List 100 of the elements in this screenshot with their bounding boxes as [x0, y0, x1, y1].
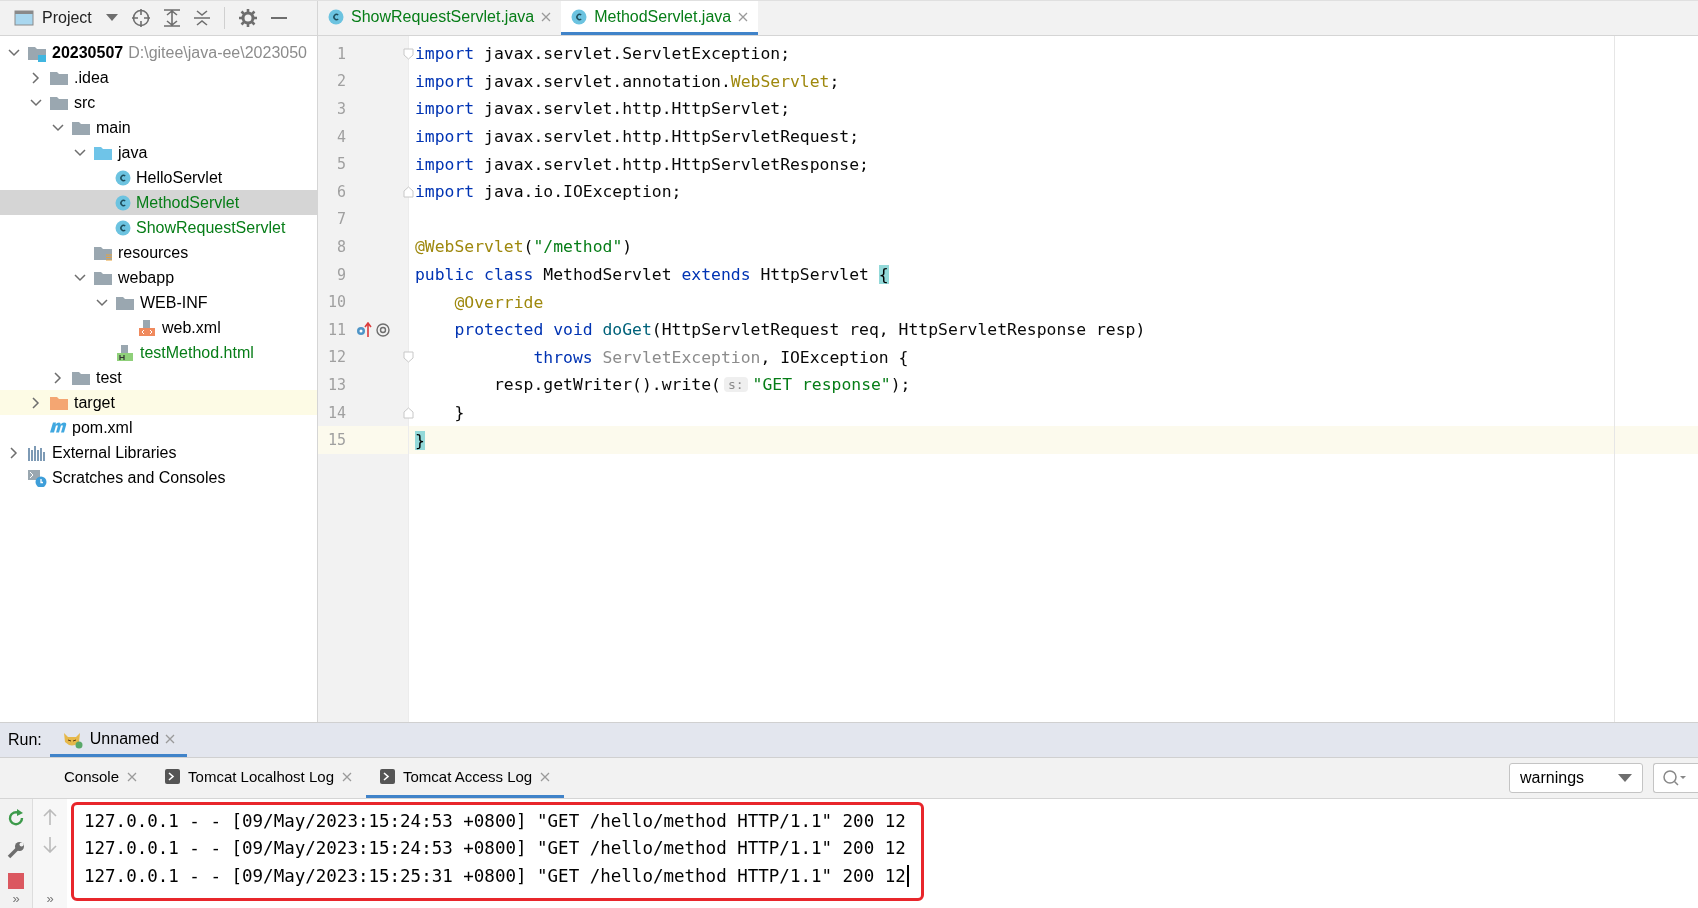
tool-tab[interactable]: Tomcat Localhost Log	[151, 758, 366, 798]
line-number: 6	[335, 182, 346, 201]
chevron-down-icon[interactable]	[74, 148, 86, 157]
collapse-all-icon[interactable]	[193, 9, 210, 27]
code-text: (HttpServletRequest req, HttpServletResponse resp)	[651, 320, 1146, 340]
line-number: 4	[335, 127, 346, 146]
editor-tab[interactable]: MethodServlet.java	[561, 1, 759, 35]
chevron-right-icon[interactable]	[54, 371, 62, 384]
chevron-down-icon[interactable]	[30, 98, 42, 107]
line-number: 8	[335, 237, 346, 256]
line-number: 11	[326, 320, 346, 339]
code-text: import	[415, 127, 475, 147]
class-icon	[571, 8, 588, 25]
close-icon[interactable]	[540, 771, 551, 782]
line-number: 1	[335, 44, 346, 63]
tree-item[interactable]: java	[118, 143, 148, 162]
code-text: , IOException {	[760, 347, 909, 367]
tree-item[interactable]: target	[74, 393, 115, 412]
code-text: (	[523, 237, 534, 257]
chevron-right-icon[interactable]	[32, 396, 40, 409]
chevron-down-icon[interactable]	[52, 123, 64, 132]
code-text: doGet	[601, 320, 652, 340]
close-icon[interactable]	[738, 11, 749, 22]
parameter-hint: s:	[723, 377, 748, 393]
dropdown-caret-icon	[1618, 774, 1632, 782]
editor-tab[interactable]: ShowRequestServlet.java	[318, 1, 562, 35]
tree-item[interactable]: test	[96, 368, 122, 387]
close-icon[interactable]	[127, 771, 138, 782]
search-field[interactable]	[1653, 763, 1698, 793]
tree-item[interactable]: src	[74, 93, 96, 112]
fold-start-icon[interactable]	[403, 47, 414, 60]
code-text: ;	[829, 71, 840, 91]
tree-item[interactable]: External Libraries	[52, 443, 177, 462]
locate-icon[interactable]	[131, 9, 150, 27]
chevron-right-icon[interactable]	[10, 446, 18, 459]
code-text: extends	[681, 265, 751, 285]
code-text: WebServlet	[730, 71, 830, 91]
tree-item[interactable]: 20230507	[52, 43, 124, 62]
code-text: HttpServlet	[759, 265, 870, 285]
code-text: @Override	[453, 292, 544, 312]
code-text: java.io.IOException;	[483, 182, 682, 202]
tree-item[interactable]: testMethod.html	[140, 343, 254, 362]
code-text: javax.servlet.http.HttpServletRequest;	[483, 127, 860, 147]
close-icon[interactable]	[541, 11, 552, 22]
line-number: 15	[326, 431, 346, 450]
tree-item[interactable]: Scratches and Consoles	[52, 468, 226, 487]
tree-item[interactable]: webapp	[118, 268, 175, 287]
override-icon[interactable]	[356, 321, 372, 338]
code-text: import	[415, 44, 475, 64]
project-path: D:\gitee\java-ee\2023050	[128, 43, 307, 62]
tree-item[interactable]: resources	[118, 243, 189, 262]
dropdown-caret-icon[interactable]	[105, 14, 118, 22]
code-text: protected void	[453, 320, 593, 340]
code-text: ServletException	[601, 347, 761, 367]
matched-brace: {	[878, 265, 889, 285]
tree-item[interactable]: .idea	[74, 68, 109, 87]
code-text: javax.servlet.http.HttpServletResponse;	[483, 154, 869, 174]
code-text: import	[415, 71, 475, 91]
settings-icon[interactable]	[238, 9, 257, 27]
chevron-down-icon[interactable]	[96, 298, 108, 307]
line-number: 2	[335, 72, 346, 91]
chevron-right-icon[interactable]	[32, 71, 40, 84]
chevron-down-icon[interactable]	[8, 48, 20, 57]
code-text: javax.servlet.ServletException;	[483, 44, 790, 64]
line-number: 12	[326, 348, 346, 367]
tree-item[interactable]: HelloServlet	[136, 168, 223, 187]
search-icon	[1662, 769, 1686, 787]
tool-tab[interactable]: Console	[50, 758, 152, 798]
chevron-down-icon[interactable]	[74, 273, 86, 282]
rerun-icon[interactable]	[7, 809, 25, 827]
panel-title[interactable]: Project	[42, 9, 92, 27]
more-actions[interactable]: »	[12, 891, 20, 906]
close-icon[interactable]	[341, 771, 352, 782]
tree-item[interactable]: web.xml	[162, 318, 221, 337]
code-text: @WebServlet	[415, 237, 524, 257]
minimize-icon[interactable]	[270, 16, 287, 20]
tree-item[interactable]: pom.xml	[72, 418, 133, 437]
code-text: )	[622, 237, 633, 257]
code-text: MethodServlet	[542, 265, 673, 285]
window-icon	[14, 10, 34, 26]
expand-all-icon[interactable]	[163, 9, 180, 27]
filter-dropdown[interactable]: warnings	[1509, 763, 1643, 793]
log-line: 127.0.0.1 - - [09/May/2023:15:25:31 +0800] "GET /hello/method HTTP/1.1" 200 12	[84, 866, 906, 886]
line-number: 7	[335, 210, 346, 229]
code-text: import	[415, 154, 475, 174]
code-text: "/method"	[533, 237, 623, 257]
line-number: 5	[335, 155, 346, 174]
class-icon	[328, 8, 344, 25]
code-text: javax.servlet.http.HttpServlet;	[483, 99, 790, 119]
more-actions[interactable]: »	[46, 891, 54, 906]
code-text: javax.servlet.annotation.	[483, 71, 731, 91]
tree-item[interactable]: ShowRequestServlet	[136, 218, 286, 237]
tool-tab[interactable]: Tomcat Access Log	[365, 758, 565, 798]
code-text: }	[453, 403, 465, 422]
line-number: 10	[326, 293, 346, 312]
fold-start-icon[interactable]	[403, 351, 414, 364]
tree-item[interactable]: main	[96, 118, 131, 137]
tree-item[interactable]: WEB-INF	[140, 293, 208, 312]
code-text: "GET response"	[752, 375, 891, 395]
wrench-icon[interactable]	[7, 841, 25, 859]
